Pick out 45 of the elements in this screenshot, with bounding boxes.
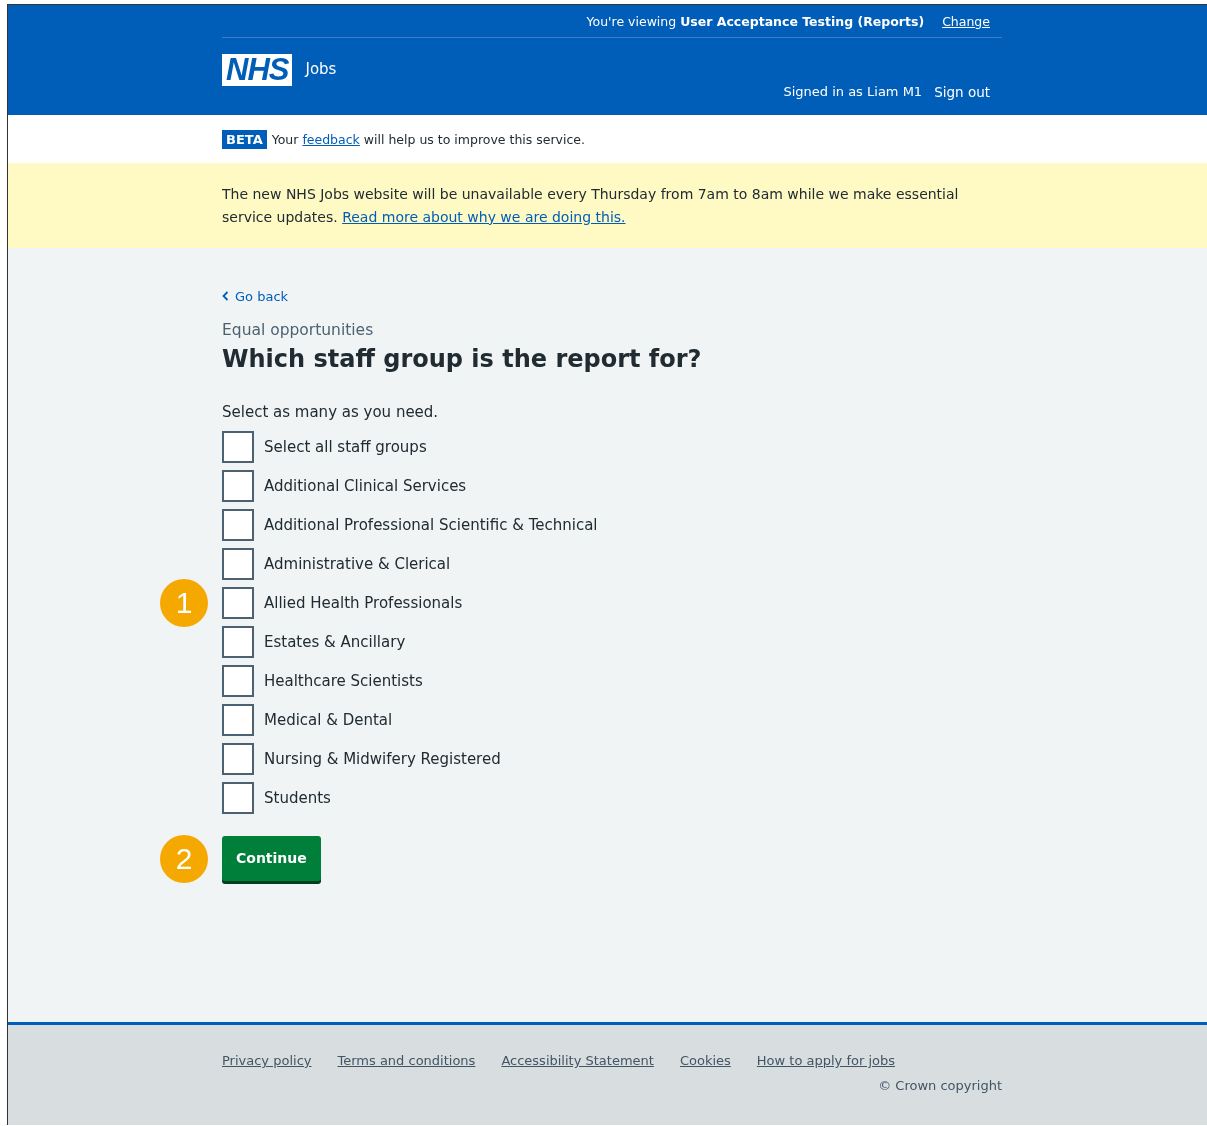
change-link[interactable]: Change (942, 13, 990, 29)
footer-link[interactable]: Privacy policy (222, 1053, 312, 1068)
step-number-badge: 1 (160, 579, 208, 627)
checkbox[interactable] (222, 743, 254, 775)
feedback-link[interactable]: feedback (302, 131, 360, 147)
footer-link[interactable]: Accessibility Statement (501, 1053, 654, 1068)
checkbox-label[interactable]: Nursing & Midwifery Registered (264, 750, 501, 768)
checkbox[interactable] (222, 587, 254, 619)
signed-in-text: Signed in as Liam M1 (783, 84, 923, 100)
checkbox[interactable] (222, 626, 254, 658)
beta-tag: BETA (222, 129, 267, 149)
environment-text: You're viewing User Acceptance Testing (Reports) (586, 13, 925, 29)
checkbox-label[interactable]: Healthcare Scientists (264, 672, 423, 690)
footer-link[interactable]: Cookies (679, 1053, 731, 1068)
checkbox-label[interactable]: Administrative & Clerical (264, 555, 451, 573)
beta-message: Your feedback will help us to improve this service. (271, 131, 586, 147)
checkbox-label[interactable]: Medical & Dental (264, 711, 393, 729)
notice-message: The new NHS Jobs website will be unavailable every Thursday from 7am to 8am while we make essential service updates. Read more about why we are doing this. (222, 184, 960, 227)
sign-out-link[interactable]: Sign out (934, 84, 990, 100)
continue-button[interactable]: Continue (222, 836, 321, 881)
copyright-text: © Crown copyright (878, 1078, 1002, 1093)
checkbox[interactable] (222, 470, 254, 502)
checkbox-label[interactable]: Additional Professional Scientific & Technical (264, 516, 598, 534)
hint-text: Select as many as you need. (222, 403, 440, 421)
checkbox[interactable] (222, 665, 254, 697)
page-heading: Which staff group is the report for? (222, 345, 703, 373)
step-number-badge: 2 (160, 834, 208, 883)
checkbox[interactable] (222, 704, 254, 736)
section-caption: Equal opportunities (222, 321, 375, 339)
checkbox-label[interactable]: Allied Health Professionals (264, 594, 463, 612)
nhs-logo[interactable]: NHS (222, 54, 293, 86)
checkbox-label[interactable]: Estates & Ancillary (264, 633, 406, 651)
read-more-link[interactable]: Read more about why we are doing this. (342, 208, 626, 225)
checkbox[interactable] (222, 782, 254, 814)
checkbox-label[interactable]: Students (264, 789, 331, 807)
service-name: Jobs (305, 60, 337, 78)
back-link[interactable]: Go back (222, 288, 289, 304)
footer-link[interactable]: How to apply for jobs (756, 1053, 895, 1068)
checkbox-label[interactable]: Select all staff groups (264, 438, 427, 456)
checkbox-label[interactable]: Additional Clinical Services (264, 477, 467, 495)
checkbox[interactable] (222, 509, 254, 541)
checkbox[interactable] (222, 548, 254, 580)
checkbox[interactable] (222, 431, 254, 463)
chevron-left-icon (222, 291, 229, 301)
footer-link[interactable]: Terms and conditions (337, 1053, 476, 1068)
